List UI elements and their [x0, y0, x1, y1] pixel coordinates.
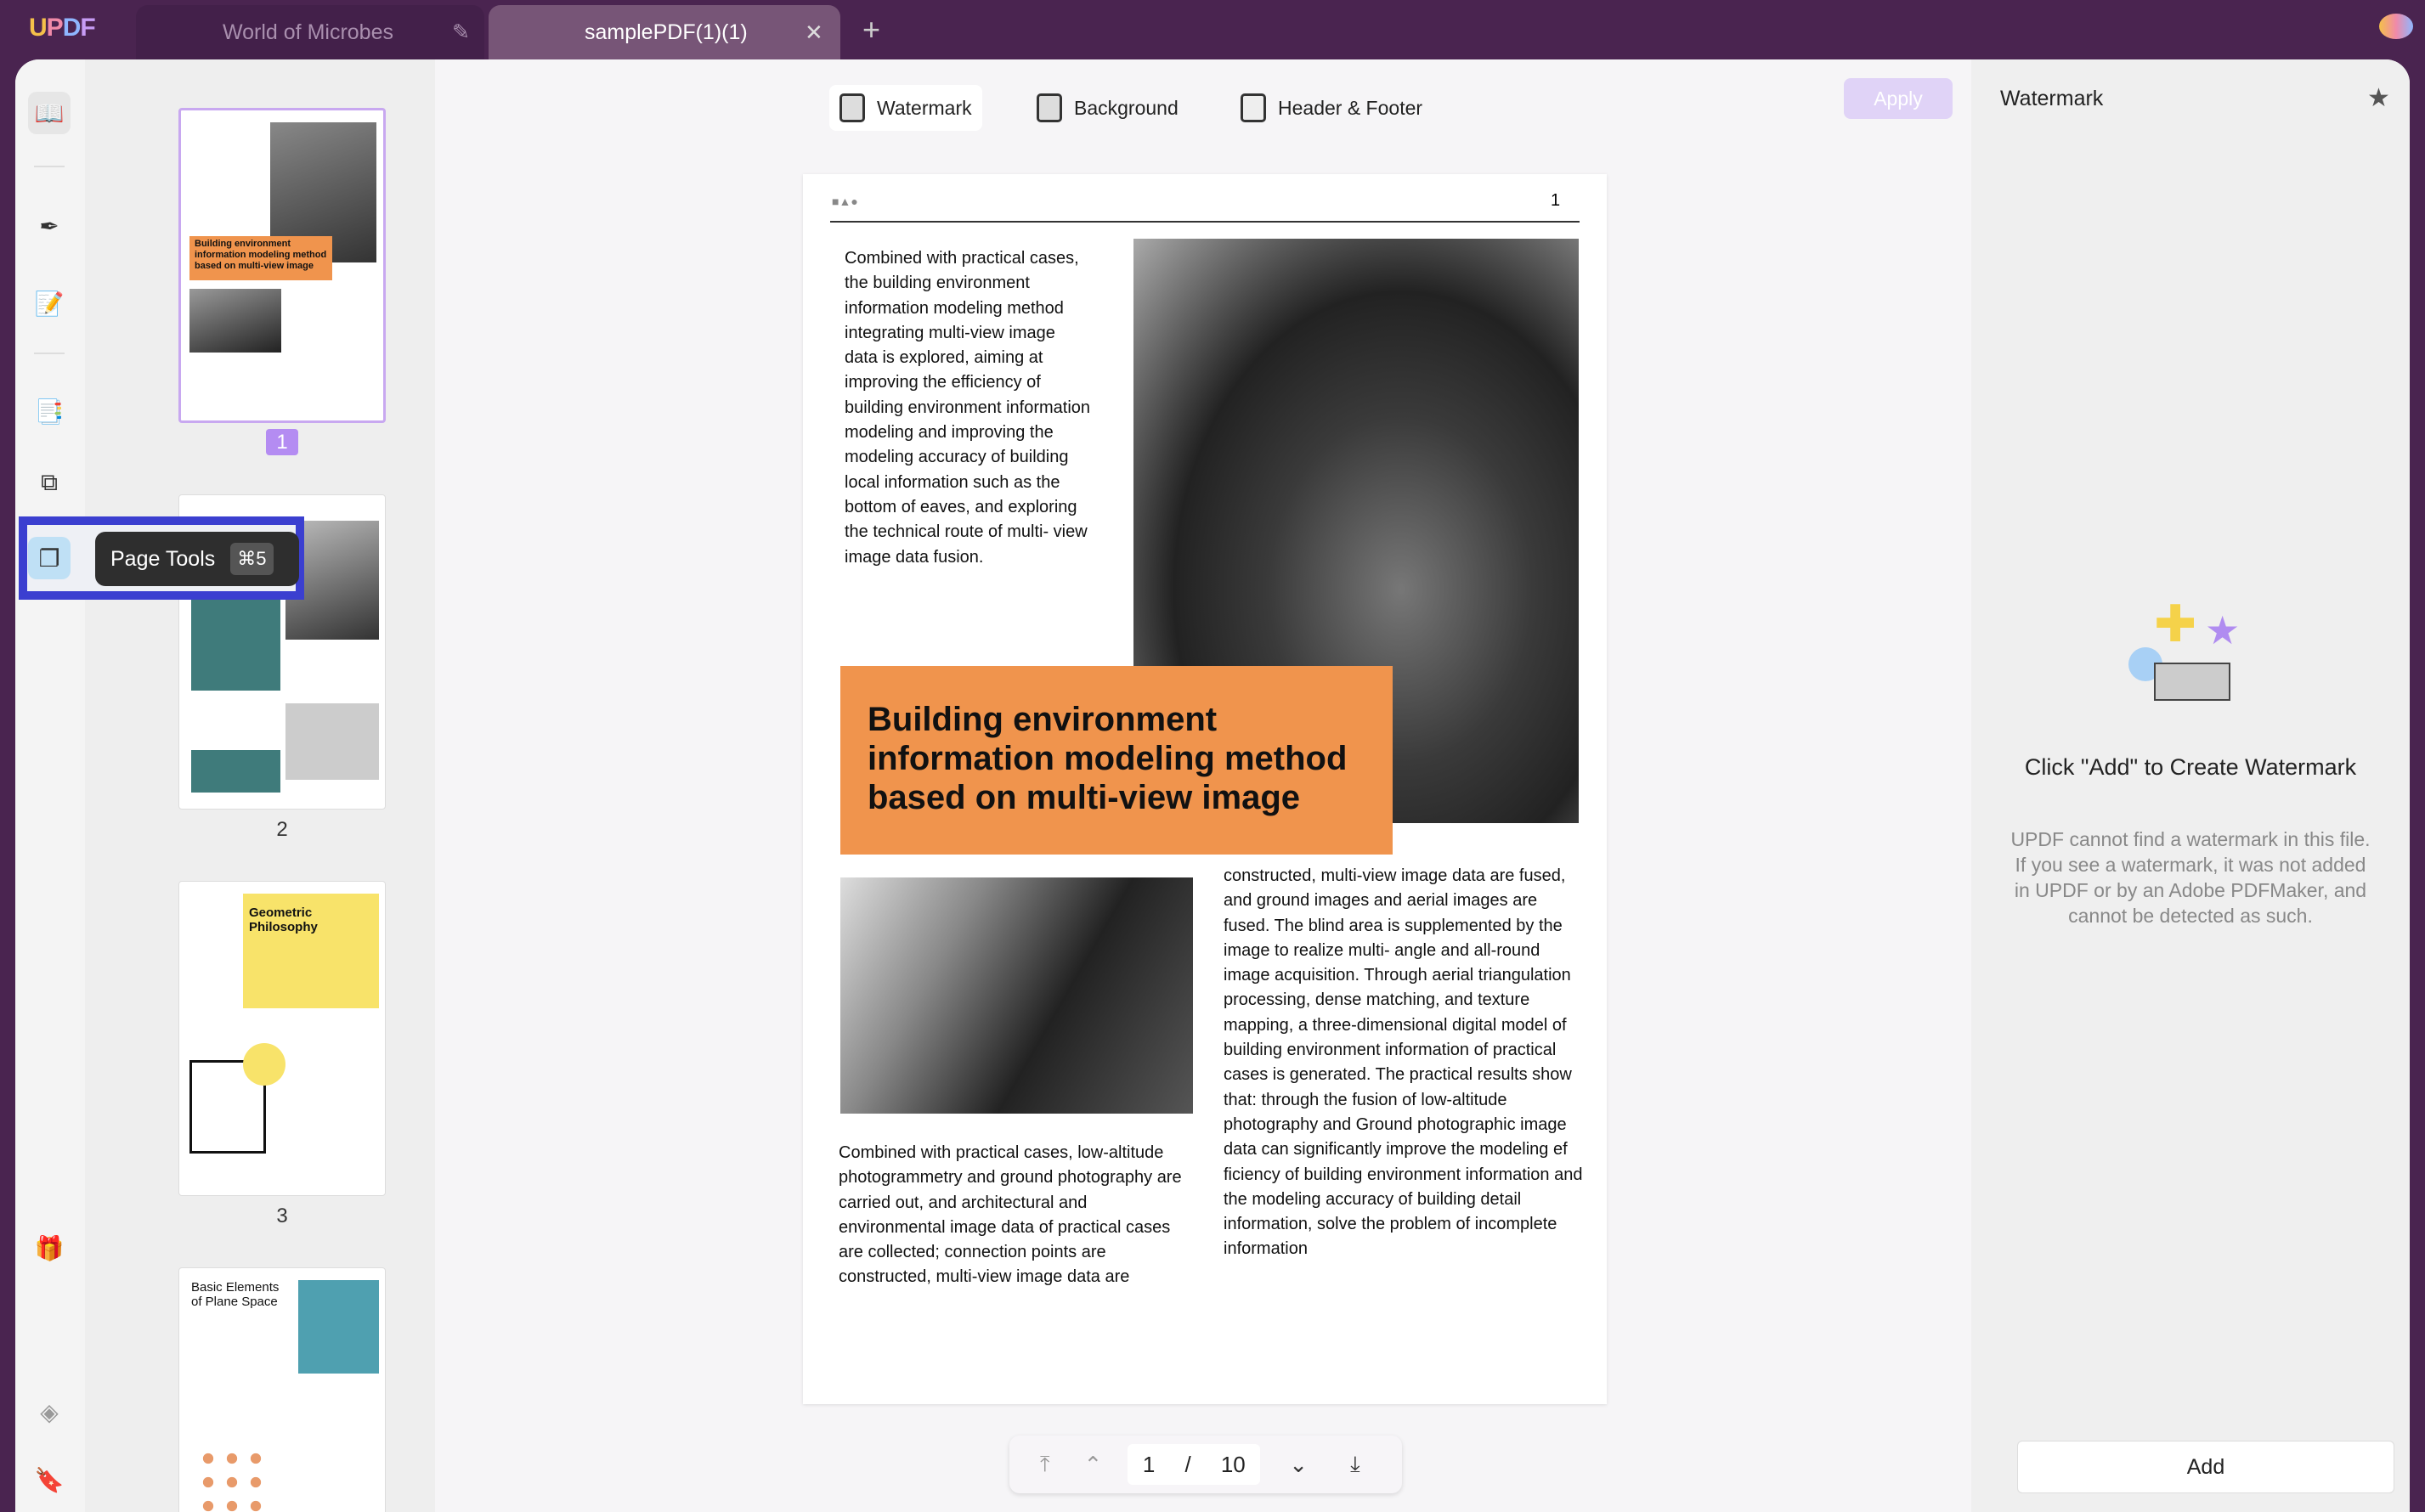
main-window: 📖 ✒ 📝 📑 ⧉ ❐ Page Tools ⌘5 🎁 ◈ 🔖 Building…	[15, 59, 2410, 1512]
background-tool[interactable]: Background	[1026, 85, 1189, 131]
new-tab-button[interactable]: +	[862, 12, 880, 48]
left-tool-rail: 📖 ✒ 📝 📑 ⧉ ❐ Page Tools ⌘5 🎁 ◈ 🔖	[15, 59, 304, 1512]
thumbnail-label: 1	[178, 429, 386, 455]
tooltip-shortcut: ⌘5	[230, 543, 274, 575]
separator: /	[1184, 1451, 1191, 1477]
title-bar: UPDF World of Microbes ✎ samplePDF(1)(1) ✕…	[0, 0, 2425, 59]
thumbnail-page-4[interactable]: Basic Elements of Plane Space	[178, 1267, 386, 1512]
thumbnail-label: 3	[276, 1205, 288, 1227]
page-input[interactable]: 1 / 10	[1128, 1444, 1261, 1485]
pencil-icon[interactable]: ✎	[452, 20, 470, 45]
edit-pdf-icon[interactable]: 📝	[28, 282, 71, 324]
tab-samplepdf[interactable]: samplePDF(1)(1) ✕	[489, 5, 840, 59]
watermark-tool[interactable]: Watermark	[829, 85, 982, 131]
thumb-title: Basic Elements of Plane Space	[191, 1280, 280, 1309]
reader-icon[interactable]: 📖	[28, 92, 71, 134]
close-icon[interactable]: ✕	[805, 20, 823, 46]
layers-icon[interactable]: ◈	[28, 1391, 71, 1433]
previous-page-icon[interactable]: ⌃	[1084, 1452, 1103, 1478]
thumbnail-page-1[interactable]: Building environment information modelin…	[178, 108, 386, 423]
person-photo	[840, 877, 1193, 1114]
page-navigation: ⤒ ⌃ 1 / 10 ⌄ ⤓	[1009, 1436, 1402, 1493]
paragraph: Combined with practical cases, the build…	[845, 249, 1091, 567]
watermark-panel: Watermark ★ ✚ ★ Click "Add" to Create Wa…	[1971, 59, 2410, 1512]
current-page: 1	[1142, 1451, 1156, 1477]
empty-title: Click "Add" to Create Watermark	[2024, 754, 2357, 780]
thumbnail-panel: Building environment information modelin…	[85, 59, 435, 1512]
thumb-headline: Building environment information modelin…	[189, 236, 332, 280]
highlighter-icon[interactable]: ✒	[28, 205, 71, 247]
tab-label: World of Microbes	[223, 20, 393, 44]
divider	[34, 353, 65, 354]
page-header-icons: ■▲●	[832, 195, 858, 208]
next-page-icon[interactable]: ⌄	[1289, 1452, 1308, 1478]
apply-button[interactable]: Apply	[1844, 78, 1953, 119]
tooltip: Page Tools ⌘5	[95, 532, 299, 586]
avatar[interactable]	[2379, 14, 2413, 39]
tab-world-of-microbes[interactable]: World of Microbes ✎	[136, 5, 484, 59]
updf-logo: UPDF	[29, 14, 96, 42]
thumbnail-label: 2	[276, 818, 288, 841]
thumbnail-page-3[interactable]: Geometric Philosophy	[178, 881, 386, 1196]
thumb-title: Geometric Philosophy	[249, 906, 318, 934]
background-icon	[1037, 93, 1062, 122]
organize-pages-icon[interactable]: 📑	[28, 390, 71, 432]
star-icon[interactable]: ★	[2367, 83, 2390, 113]
add-button[interactable]: Add	[2017, 1441, 2394, 1493]
tool-label: Header & Footer	[1278, 96, 1423, 119]
first-page-icon[interactable]: ⤒	[1040, 1451, 1050, 1478]
thumb-circle	[243, 1043, 285, 1086]
thumb-image	[285, 703, 379, 780]
header-footer-icon	[1241, 93, 1266, 122]
tool-label: Background	[1074, 96, 1179, 119]
tab-label: samplePDF(1)(1)	[585, 20, 748, 44]
headline: Building environment information modelin…	[840, 666, 1393, 855]
crop-icon[interactable]: ⧉	[28, 461, 71, 504]
bookmark-icon[interactable]: 🔖	[28, 1458, 71, 1501]
empty-description: UPDF cannot find a watermark in this fil…	[2010, 828, 2371, 927]
tool-label: Watermark	[877, 96, 972, 119]
paragraph: Combined with practical cases, low-altit…	[839, 1143, 1182, 1287]
pdf-page: ■▲● 1 Combined with practical cases, the…	[803, 174, 1607, 1404]
header-rule	[830, 221, 1580, 223]
page-tools-icon[interactable]: ❐	[28, 537, 71, 579]
last-page-icon[interactable]: ⤓	[1350, 1451, 1360, 1478]
page-number: 1	[1551, 191, 1561, 210]
panel-title: Watermark	[2000, 87, 2104, 110]
watermark-icon	[839, 93, 865, 122]
paragraph: constructed, multi-view image data are f…	[1224, 866, 1583, 1259]
tooltip-label: Page Tools	[110, 546, 216, 571]
thumb-dots	[196, 1447, 264, 1512]
thumb-image	[189, 289, 281, 353]
header-footer-tool[interactable]: Header & Footer	[1230, 85, 1433, 131]
thumb-image	[298, 1280, 379, 1374]
thumb-block	[191, 750, 280, 793]
empty-illustration-icon: ✚ ★	[2128, 595, 2256, 714]
divider	[34, 166, 65, 167]
gift-icon[interactable]: 🎁	[28, 1227, 71, 1269]
total-pages: 10	[1220, 1451, 1246, 1477]
